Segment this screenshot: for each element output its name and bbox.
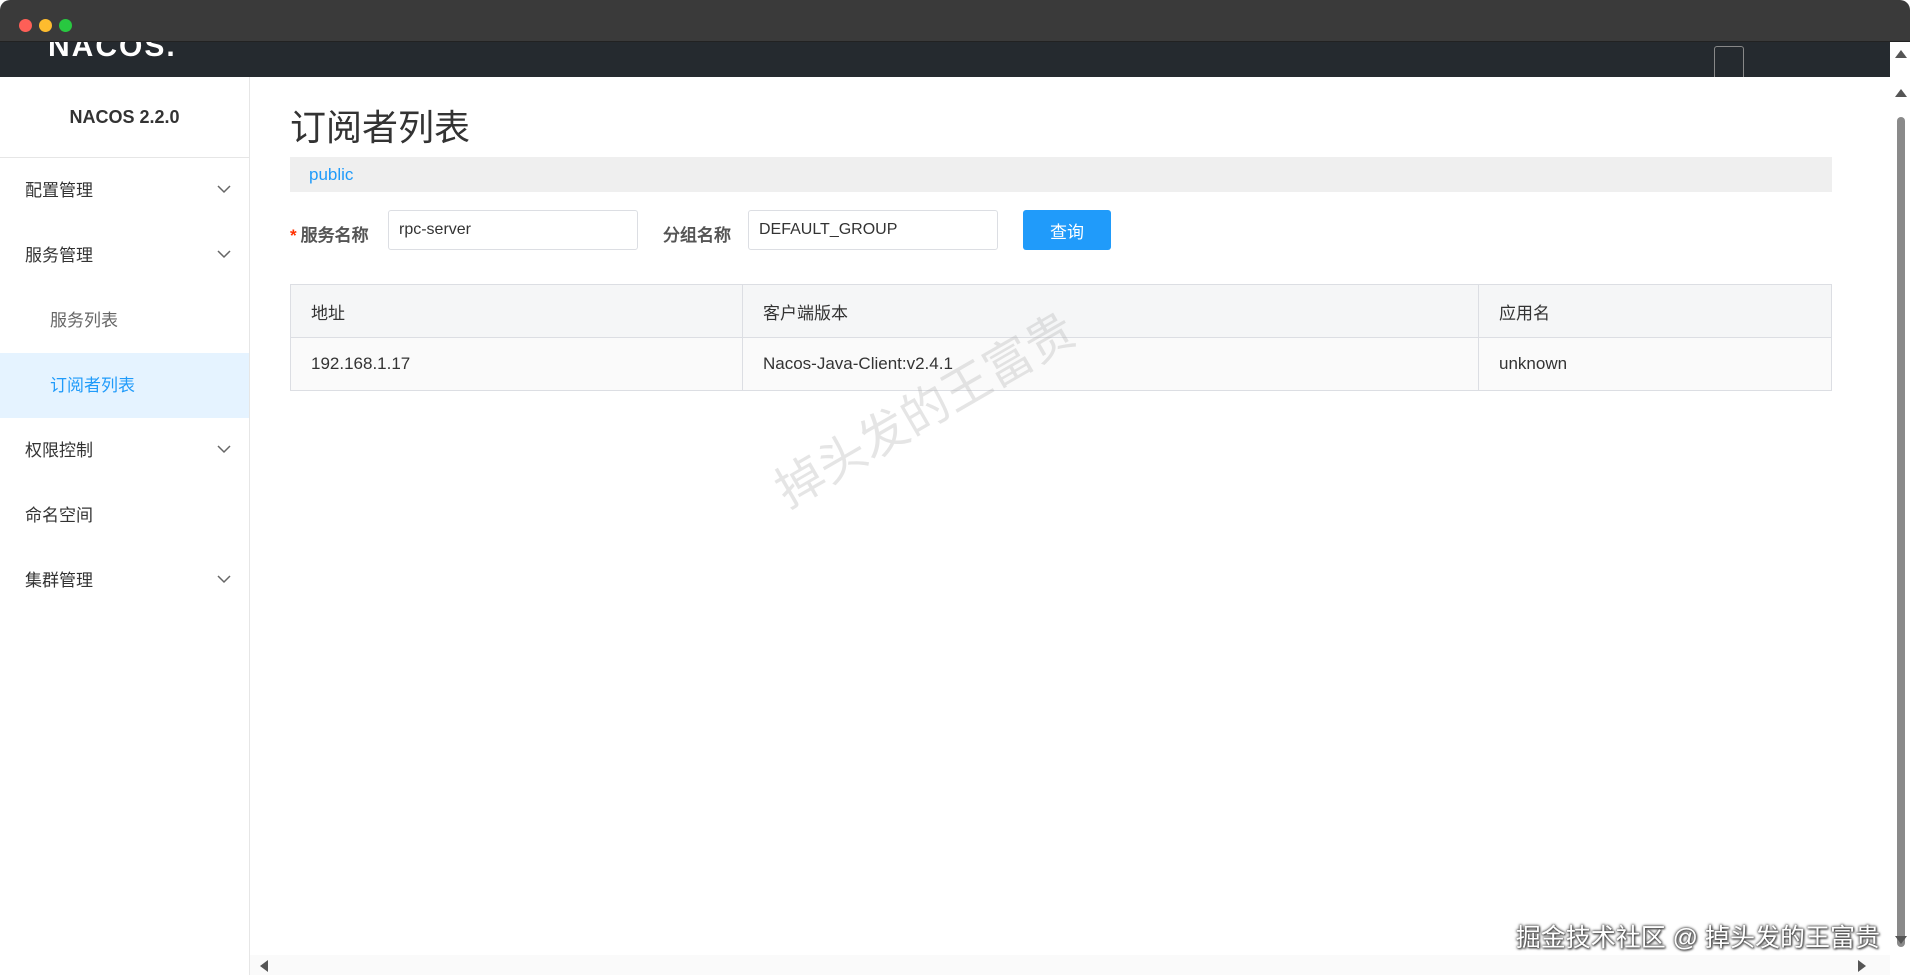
vertical-scrollbar[interactable]: [1890, 42, 1910, 975]
sidebar-item-service-management[interactable]: 服务管理: [0, 223, 249, 288]
cell-app-name: unknown: [1478, 337, 1832, 391]
window-titlebar: [0, 0, 1910, 42]
sidebar-brand: NACOS 2.2.0: [0, 77, 249, 158]
nacos-logo[interactable]: NACOS.: [48, 42, 177, 64]
sidebar-item-access-control[interactable]: 权限控制: [0, 418, 249, 483]
column-header-address[interactable]: 地址: [290, 284, 743, 338]
cell-address: 192.168.1.17: [290, 337, 743, 391]
maximize-window-button[interactable]: [59, 19, 72, 32]
required-mark: *: [290, 226, 297, 245]
search-form: *服务名称 分组名称 查询: [290, 210, 1832, 252]
horizontal-scrollbar[interactable]: [250, 955, 1890, 975]
scroll-right-arrow-icon[interactable]: [1858, 960, 1866, 972]
page-title: 订阅者列表: [290, 107, 471, 148]
subscriber-table: 地址 客户端版本 应用名 192.168.1.17 Nacos-Java-Cli…: [290, 284, 1832, 391]
sidebar-item-cluster-management[interactable]: 集群管理: [0, 548, 249, 613]
namespace-bar: public: [290, 157, 1832, 192]
sidebar-item-label: 服务管理: [25, 246, 93, 265]
sidebar: NACOS 2.2.0 配置管理 服务管理 服务列表 订阅者列表 权限控制 命名…: [0, 77, 250, 975]
sidebar-item-label: 集群管理: [25, 571, 93, 590]
scrollbar-thumb[interactable]: [1897, 117, 1905, 947]
scroll-up-arrow-icon[interactable]: [1895, 50, 1907, 58]
close-window-button[interactable]: [19, 19, 32, 32]
column-header-app-name[interactable]: 应用名: [1478, 284, 1832, 338]
sidebar-item-label: 命名空间: [25, 506, 93, 525]
service-name-input[interactable]: [388, 210, 638, 250]
sidebar-item-label: 权限控制: [25, 441, 93, 460]
column-header-client-version[interactable]: 客户端版本: [742, 284, 1479, 338]
namespace-link-public[interactable]: public: [309, 165, 353, 184]
service-name-label: * 服务名称: [290, 226, 369, 245]
table-header-row: 地址 客户端版本 应用名: [290, 284, 1832, 338]
cell-client-version: Nacos-Java-Client:v2.4.1: [742, 337, 1479, 391]
chevron-down-icon: [217, 575, 231, 584]
group-name-input[interactable]: [748, 210, 998, 250]
sidebar-item-namespace[interactable]: 命名空间: [0, 483, 249, 548]
table-row: 192.168.1.17 Nacos-Java-Client:v2.4.1 un…: [290, 337, 1832, 391]
app-header: NACOS.: [0, 42, 1890, 77]
scroll-down-arrow-icon[interactable]: [1895, 936, 1907, 944]
chevron-down-icon: [217, 250, 231, 259]
header-menu-button[interactable]: [1714, 46, 1744, 77]
sidebar-item-config-management[interactable]: 配置管理: [0, 158, 249, 223]
query-button[interactable]: 查询: [1023, 210, 1111, 250]
scroll-left-arrow-icon[interactable]: [260, 960, 268, 972]
chevron-down-icon: [217, 445, 231, 454]
chevron-down-icon: [217, 185, 231, 194]
sidebar-item-label: 订阅者列表: [50, 376, 135, 395]
sidebar-item-subscriber-list[interactable]: 订阅者列表: [0, 353, 249, 418]
sidebar-item-label: 服务列表: [50, 311, 118, 330]
scroll-up-arrow-icon[interactable]: [1895, 89, 1907, 97]
sidebar-item-label: 配置管理: [25, 181, 93, 200]
corner-watermark: 掘金技术社区 @ 掉头发的王富贵: [1515, 924, 1880, 952]
minimize-window-button[interactable]: [39, 19, 52, 32]
sidebar-item-service-list[interactable]: 服务列表: [0, 288, 249, 353]
group-name-label: 分组名称: [663, 226, 731, 245]
